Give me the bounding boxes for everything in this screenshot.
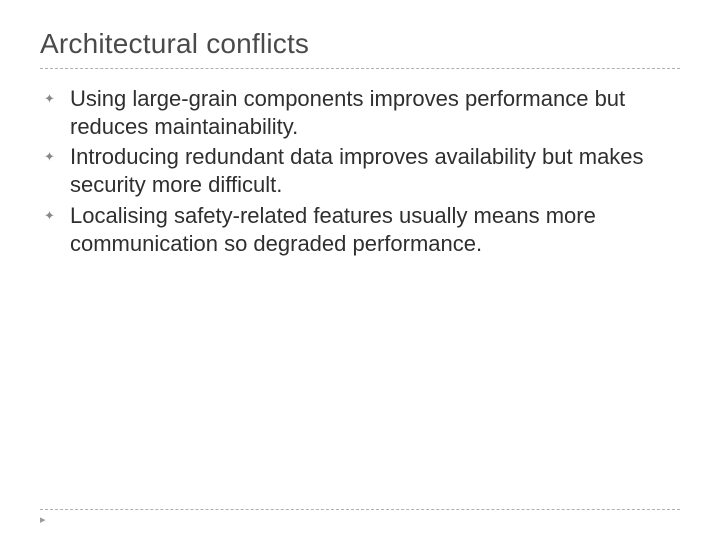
slide-title: Architectural conflicts (40, 28, 680, 69)
bullet-text: Localising safety-related features usual… (70, 202, 680, 258)
list-item: ✦ Using large-grain components improves … (44, 85, 680, 141)
list-item: ✦ Localising safety-related features usu… (44, 202, 680, 258)
bullet-icon: ✦ (44, 85, 70, 105)
bullet-list: ✦ Using large-grain components improves … (40, 69, 680, 258)
bullet-text: Using large-grain components improves pe… (70, 85, 680, 141)
bullet-icon: ✦ (44, 143, 70, 163)
footer-divider (40, 509, 680, 510)
bullet-icon: ✦ (44, 202, 70, 222)
list-item: ✦ Introducing redundant data improves av… (44, 143, 680, 199)
footer-marker-icon: ▸ (40, 513, 46, 526)
bullet-text: Introducing redundant data improves avai… (70, 143, 680, 199)
slide: Architectural conflicts ✦ Using large-gr… (0, 0, 720, 540)
